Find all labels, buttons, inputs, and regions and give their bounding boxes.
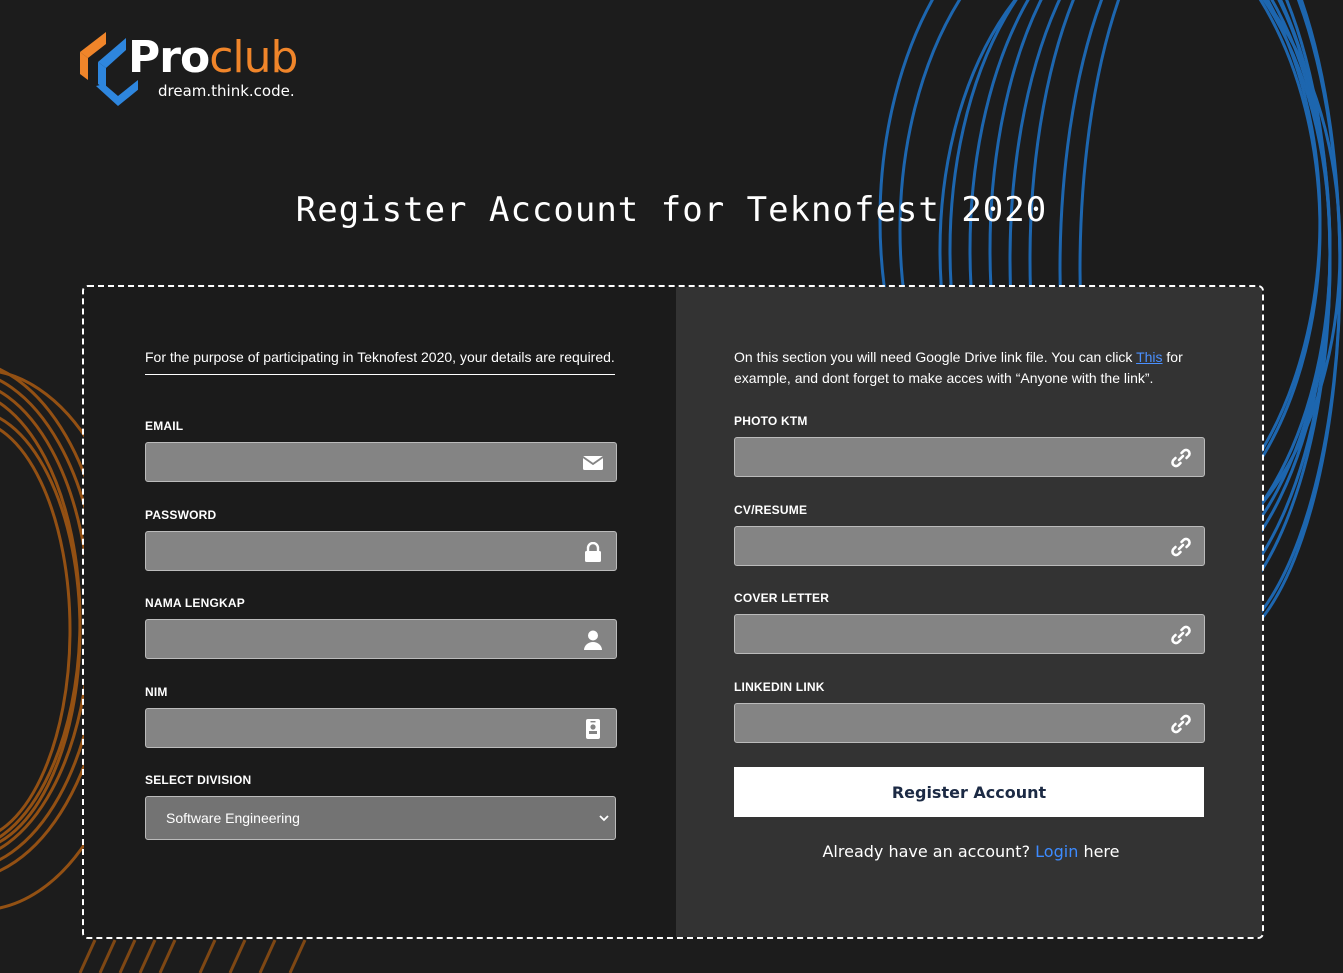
cover-letter-field [734,614,1205,654]
nim-input[interactable] [146,709,616,747]
nim-label: NIM [145,685,168,699]
linkedin-input[interactable] [735,704,1204,742]
documents-intro-text: On this section you will need Google Dri… [734,349,1137,365]
example-link[interactable]: This [1136,349,1162,365]
id-badge-icon [586,719,600,739]
full-name-input[interactable] [146,620,616,658]
link-icon [1171,448,1191,468]
link-icon [1171,625,1191,645]
password-input[interactable] [146,532,616,570]
email-field [145,442,617,482]
nim-field [145,708,617,748]
password-label: PASSWORD [145,508,217,522]
photo-ktm-input[interactable] [735,438,1204,476]
page-title: Register Account for Teknofest 2020 [295,190,1048,230]
link-icon [1171,714,1191,734]
password-field [145,531,617,571]
division-select[interactable]: Software Engineering [145,796,616,840]
login-link[interactable]: Login [1035,842,1078,861]
proclub-logo[interactable]: Proclub dream.think.code. [78,30,338,110]
brand-name-part1: Pro [128,32,210,83]
register-account-button[interactable]: Register Account [734,767,1204,817]
user-icon [584,630,602,650]
lock-icon [585,542,601,562]
division-selected-value: Software Engineering [166,810,300,826]
link-icon [1171,537,1191,557]
brand-tagline: dream.think.code. [158,82,295,100]
login-prompt-text: Already have an account? [822,842,1031,861]
email-label: EMAIL [145,419,184,433]
full-name-label: NAMA LENGKAP [145,596,245,610]
chevron-down-icon [599,815,609,822]
division-label: SELECT DIVISION [145,773,252,787]
linkedin-label: LINKEDIN LINK [734,680,825,694]
envelope-icon [582,456,604,470]
photo-ktm-field [734,437,1205,477]
linkedin-field [734,703,1205,743]
documents-intro: On this section you will need Google Dri… [734,347,1214,389]
cv-resume-field [734,526,1205,566]
brand-name: Proclub [128,32,298,84]
photo-ktm-label: PHOTO KTM [734,414,808,428]
full-name-field [145,619,617,659]
cv-resume-input[interactable] [735,527,1204,565]
personal-details-section: For the purpose of participating in Tekn… [84,287,676,937]
cover-letter-input[interactable] [735,615,1204,653]
register-form-card: For the purpose of participating in Tekn… [82,285,1264,939]
personal-details-intro: For the purpose of participating in Tekn… [145,347,615,375]
cv-resume-label: CV/RESUME [734,503,808,517]
login-prompt: Already have an account? Login here [676,842,1262,861]
login-prompt-suffix: here [1083,842,1120,861]
brand-name-part2: club [209,32,298,83]
documents-section: On this section you will need Google Dri… [676,287,1262,937]
email-input[interactable] [146,443,616,481]
cover-letter-label: COVER LETTER [734,591,830,605]
